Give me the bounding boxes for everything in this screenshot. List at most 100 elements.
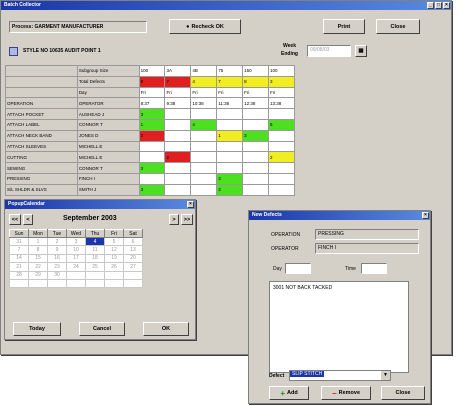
defect-cell[interactable]	[164, 108, 192, 120]
defect-cell[interactable]	[242, 162, 270, 174]
calendar-day[interactable]: 26	[104, 262, 124, 272]
defect-cell[interactable]: 3	[138, 183, 166, 196]
calendar-day[interactable]: 16	[47, 253, 67, 264]
calendar-day[interactable]	[85, 270, 105, 280]
main-titlebar[interactable]: Batch Collector _ □ ×	[1, 1, 451, 10]
minimize-icon[interactable]: _	[427, 2, 434, 9]
table-row[interactable]: S/L SHLDR & SLVS SMITH J33	[5, 183, 295, 196]
defect-cell[interactable]: 2	[138, 129, 166, 142]
calendar-day[interactable]	[85, 278, 105, 289]
defect-cell[interactable]	[138, 140, 166, 153]
defect-cell[interactable]: 2	[164, 151, 192, 164]
calendar-day[interactable]: 24	[66, 262, 86, 272]
time-input[interactable]	[361, 263, 387, 274]
calendar-day[interactable]	[66, 270, 86, 280]
defect-cell[interactable]	[190, 162, 218, 174]
table-row[interactable]: SEWING CONNOR T3	[5, 162, 295, 174]
calendar-day[interactable]: 9	[47, 245, 67, 255]
defect-cell[interactable]	[138, 172, 166, 185]
calendar-day[interactable]: 14	[9, 253, 29, 264]
calendar-day[interactable]: 17	[66, 253, 86, 264]
defect-cell[interactable]	[216, 140, 244, 153]
calendar-day[interactable]	[66, 278, 86, 289]
maximize-icon[interactable]: □	[435, 2, 442, 9]
defect-cell[interactable]	[190, 129, 218, 142]
calendar-day[interactable]: 5	[104, 236, 124, 247]
defect-cell[interactable]	[268, 162, 295, 174]
calendar-day[interactable]: 13	[123, 245, 143, 255]
week-ending-input[interactable]: 09/08/03	[307, 45, 351, 57]
defect-cell[interactable]	[164, 183, 192, 196]
calendar-titlebar[interactable]: PopupCalendar ×	[5, 200, 195, 209]
calendar-day[interactable]: 20	[123, 253, 143, 264]
defects-close-button[interactable]: Close	[381, 386, 425, 400]
table-row[interactable]: PRESSING FINCH I 3	[5, 172, 295, 185]
calendar-day[interactable]: 1	[28, 236, 48, 247]
defect-cell[interactable]	[216, 151, 244, 164]
defect-cell[interactable]	[268, 129, 295, 142]
defect-select[interactable]: SLIP STITCH ▼	[289, 370, 391, 381]
defect-cell[interactable]	[164, 162, 192, 174]
defect-cell[interactable]: 1	[216, 129, 244, 142]
defect-list[interactable]: 3001 NOT BACK TACKED	[269, 281, 409, 373]
defect-cell[interactable]: 3	[138, 162, 166, 174]
defect-cell[interactable]	[268, 108, 295, 120]
next-month-button[interactable]: >	[169, 214, 179, 225]
defect-cell[interactable]	[242, 108, 270, 120]
defect-cell[interactable]	[190, 140, 218, 153]
prev-year-button[interactable]: <<	[9, 214, 21, 225]
calendar-day[interactable]: 19	[104, 253, 124, 264]
calendar-day[interactable]: 4	[85, 236, 105, 247]
calendar-day[interactable]: 30	[47, 270, 67, 280]
defects-titlebar[interactable]: New Defects ×	[249, 211, 430, 220]
defect-cell[interactable]	[164, 129, 192, 142]
calendar-day[interactable]: 25	[85, 262, 105, 272]
calendar-day[interactable]: 8	[28, 245, 48, 255]
remove-defect-button[interactable]: − Remove	[321, 386, 371, 400]
defect-cell[interactable]	[242, 183, 270, 196]
calendar-day[interactable]: 21	[9, 262, 29, 272]
calendar-cancel-button[interactable]: Cancel	[79, 322, 125, 336]
defect-cell[interactable]	[242, 140, 270, 153]
calendar-day[interactable]: 29	[28, 270, 48, 280]
defect-cell[interactable]	[164, 140, 192, 153]
calendar-day[interactable]: 18	[85, 253, 105, 264]
defect-cell[interactable]	[216, 108, 244, 120]
table-row[interactable]: ATTACH NECK BAND JONES D2 13	[5, 129, 295, 142]
calendar-day[interactable]	[28, 278, 48, 289]
calendar-ok-button[interactable]: OK	[143, 322, 189, 336]
defect-cell[interactable]: 1	[138, 118, 166, 131]
calendar-day[interactable]: 22	[28, 262, 48, 272]
calendar-day[interactable]	[123, 278, 143, 289]
defect-cell[interactable]	[190, 183, 218, 196]
defect-cell[interactable]	[268, 172, 295, 185]
defects-close-icon[interactable]: ×	[422, 212, 429, 219]
next-year-button[interactable]: >>	[181, 214, 193, 225]
calendar-day[interactable]: 27	[123, 262, 143, 272]
defect-cell[interactable]: 2	[268, 151, 295, 164]
calendar-day[interactable]: 10	[66, 245, 86, 255]
calendar-day[interactable]: 28	[9, 270, 29, 280]
close-icon[interactable]: ×	[443, 2, 450, 9]
calendar-day[interactable]: 6	[123, 236, 143, 247]
defect-cell[interactable]	[242, 151, 270, 164]
table-row[interactable]: ATTACH SLEEVES MICHELL E	[5, 140, 295, 153]
calendar-day[interactable]: 11	[85, 245, 105, 255]
table-row[interactable]: CUTTING MICHELL E 2 2	[5, 151, 295, 164]
calendar-day[interactable]	[104, 278, 124, 289]
recheck-ok-button[interactable]: ● Recheck OK	[169, 19, 241, 34]
defect-cell[interactable]	[268, 140, 295, 153]
day-input[interactable]	[285, 263, 311, 274]
calendar-day[interactable]: 23	[47, 262, 67, 272]
calendar-day[interactable]: 12	[104, 245, 124, 255]
calendar-day[interactable]: 7	[9, 245, 29, 255]
defect-cell[interactable]	[216, 118, 244, 131]
table-row[interactable]: ATTACH POCKET AUSHEAD J3	[5, 108, 295, 120]
defect-cell[interactable]: 3	[242, 129, 270, 142]
week-picker-button[interactable]: ▦	[355, 45, 367, 57]
defect-cell[interactable]: 5	[268, 118, 295, 131]
calendar-day[interactable]	[9, 278, 29, 289]
defect-cell[interactable]	[242, 172, 270, 185]
calendar-close-icon[interactable]: ×	[187, 201, 194, 208]
defect-cell[interactable]	[242, 118, 270, 131]
